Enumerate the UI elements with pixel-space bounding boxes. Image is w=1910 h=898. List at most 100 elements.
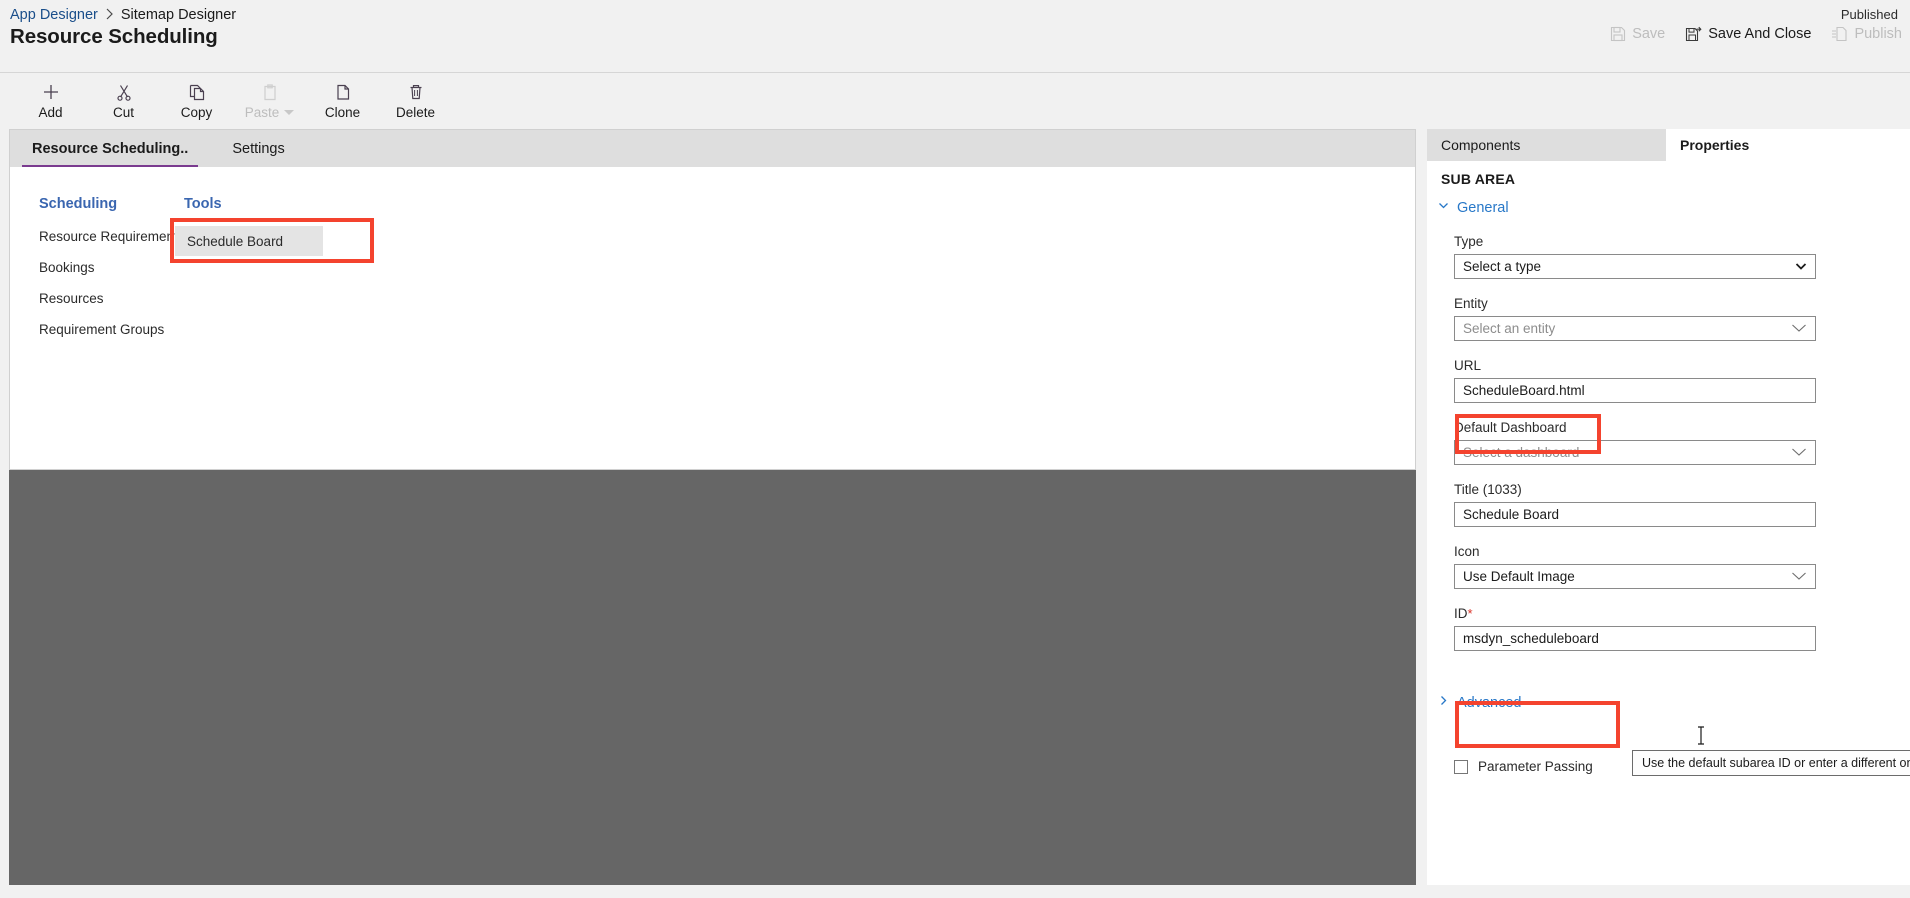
tab-properties[interactable]: Properties	[1666, 129, 1764, 161]
nav-item-resource-requirements[interactable]: Resource Requirements	[39, 229, 185, 244]
canvas-tab-strip: Resource Scheduling.. Settings	[10, 130, 1415, 167]
field-id-label-text: ID	[1454, 606, 1468, 621]
field-icon: Icon Use Default Image	[1454, 544, 1816, 589]
clone-button-label: Clone	[324, 105, 361, 120]
section-toggle-general[interactable]: General	[1437, 199, 1509, 216]
parameter-passing-checkbox[interactable]	[1454, 759, 1468, 774]
command-toolbar: Add Cut Copy Paste Clone Delete	[0, 72, 1910, 129]
title-input-value: Schedule Board	[1463, 507, 1560, 522]
tab-resource-scheduling-label: Resource Scheduling..	[32, 140, 189, 157]
breadcrumb-item-sitemap-designer[interactable]: Sitemap Designer	[121, 7, 236, 23]
chevron-down-icon	[284, 110, 295, 115]
parameter-passing-row[interactable]: Parameter Passing	[1454, 759, 1593, 774]
delete-button[interactable]: Delete	[379, 80, 452, 120]
tab-components[interactable]: Components	[1427, 129, 1666, 161]
entity-dropdown-value: Select an entity	[1463, 321, 1556, 336]
field-title: Title (1033) Schedule Board	[1454, 482, 1816, 527]
nav-item-requirement-groups[interactable]: Requirement Groups	[39, 322, 164, 337]
id-input[interactable]: msdyn_scheduleboard	[1454, 626, 1816, 651]
scissors-icon	[114, 80, 134, 104]
save-icon	[1610, 26, 1626, 42]
chevron-down-icon	[1791, 321, 1807, 336]
copy-button[interactable]: Copy	[160, 80, 233, 120]
plus-icon	[41, 80, 61, 104]
chevron-down-icon	[1791, 569, 1807, 584]
sitemap-canvas: Resource Scheduling.. Settings Schedulin…	[9, 129, 1416, 470]
copy-button-label: Copy	[180, 105, 213, 120]
cut-button[interactable]: Cut	[87, 80, 160, 120]
app-header: App Designer Sitemap Designer Resource S…	[0, 0, 1910, 72]
icon-dropdown[interactable]: Use Default Image	[1454, 564, 1816, 589]
field-url: URL ScheduleBoard.html	[1454, 358, 1816, 403]
type-select[interactable]: Select a type	[1454, 254, 1816, 279]
paste-button[interactable]: Paste	[233, 80, 306, 120]
tooltip-id-field: Use the default subarea ID or enter a di…	[1632, 750, 1910, 776]
add-button[interactable]: Add	[14, 80, 87, 120]
page-title: Resource Scheduling	[10, 25, 218, 48]
tab-settings[interactable]: Settings	[210, 130, 306, 167]
delete-button-label: Delete	[395, 105, 436, 120]
panel-tab-strip: Components Properties	[1427, 129, 1910, 161]
chevron-down-icon	[1791, 445, 1807, 460]
section-heading-sub-area: SUB AREA	[1441, 171, 1516, 187]
clipboard-icon	[260, 80, 280, 104]
field-type-label: Type	[1454, 234, 1484, 249]
chevron-down-icon	[1437, 199, 1450, 216]
entity-dropdown[interactable]: Select an entity	[1454, 316, 1816, 341]
type-select-value: Select a type	[1463, 259, 1542, 274]
publish-icon	[1831, 26, 1848, 42]
canvas-body: Scheduling Tools Resource Requirements B…	[10, 167, 1415, 469]
group-title-scheduling[interactable]: Scheduling	[39, 196, 117, 212]
field-entity-label: Entity	[1454, 296, 1488, 311]
section-toggle-advanced[interactable]: Advanced	[1437, 694, 1522, 711]
chevron-down-icon	[1795, 259, 1807, 274]
nav-item-resources[interactable]: Resources	[39, 291, 104, 306]
url-input-value: ScheduleBoard.html	[1463, 383, 1585, 398]
field-id: ID* msdyn_scheduleboard	[1454, 606, 1816, 651]
publish-button[interactable]: Publish	[1831, 26, 1902, 42]
field-id-label: ID*	[1454, 606, 1816, 621]
add-button-label: Add	[38, 105, 63, 120]
tab-settings-label: Settings	[232, 140, 285, 157]
header-actions: Save Save And Close Publish	[1610, 26, 1902, 42]
save-button[interactable]: Save	[1610, 26, 1665, 42]
nav-item-bookings[interactable]: Bookings	[39, 260, 95, 275]
icon-dropdown-value: Use Default Image	[1463, 569, 1575, 584]
group-title-tools[interactable]: Tools	[184, 196, 222, 212]
clone-button[interactable]: Clone	[306, 80, 379, 120]
breadcrumb: App Designer Sitemap Designer	[10, 7, 236, 23]
parameter-passing-label: Parameter Passing	[1478, 759, 1593, 774]
chevron-right-icon	[1437, 694, 1450, 711]
default-dashboard-dropdown-value: Select a dashboard	[1463, 445, 1580, 460]
default-dashboard-dropdown[interactable]: Select a dashboard	[1454, 440, 1816, 465]
field-title-label: Title (1033)	[1454, 482, 1522, 497]
id-input-value: msdyn_scheduleboard	[1463, 631, 1599, 646]
clone-icon	[333, 80, 353, 104]
required-marker-icon: *	[1467, 606, 1473, 621]
title-input[interactable]: Schedule Board	[1454, 502, 1816, 527]
field-icon-label: Icon	[1454, 544, 1480, 559]
publish-button-label: Publish	[1854, 26, 1902, 42]
section-toggle-advanced-label: Advanced	[1457, 694, 1522, 711]
paste-button-label: Paste	[245, 105, 295, 120]
copy-icon	[187, 80, 207, 104]
save-button-label: Save	[1632, 26, 1666, 42]
url-input[interactable]: ScheduleBoard.html	[1454, 378, 1816, 403]
published-status-label: Published	[1840, 7, 1898, 22]
save-and-close-icon	[1685, 26, 1702, 42]
text-cursor-icon	[1697, 726, 1705, 745]
cut-button-label: Cut	[112, 105, 134, 120]
tab-resource-scheduling[interactable]: Resource Scheduling..	[10, 130, 210, 167]
tab-properties-label: Properties	[1680, 137, 1750, 153]
field-entity: Entity Select an entity	[1454, 296, 1816, 341]
subarea-tile-schedule-board[interactable]: Schedule Board	[175, 226, 323, 256]
save-and-close-button-label: Save And Close	[1708, 26, 1812, 42]
chevron-right-icon	[105, 8, 114, 22]
tab-components-label: Components	[1441, 137, 1521, 153]
field-type: Type Select a type	[1454, 234, 1816, 279]
breadcrumb-item-app-designer[interactable]: App Designer	[10, 7, 98, 23]
section-toggle-general-label: General	[1457, 199, 1509, 216]
field-url-label: URL	[1454, 358, 1482, 373]
save-and-close-button[interactable]: Save And Close	[1685, 26, 1811, 42]
paste-label-text: Paste	[244, 105, 280, 120]
